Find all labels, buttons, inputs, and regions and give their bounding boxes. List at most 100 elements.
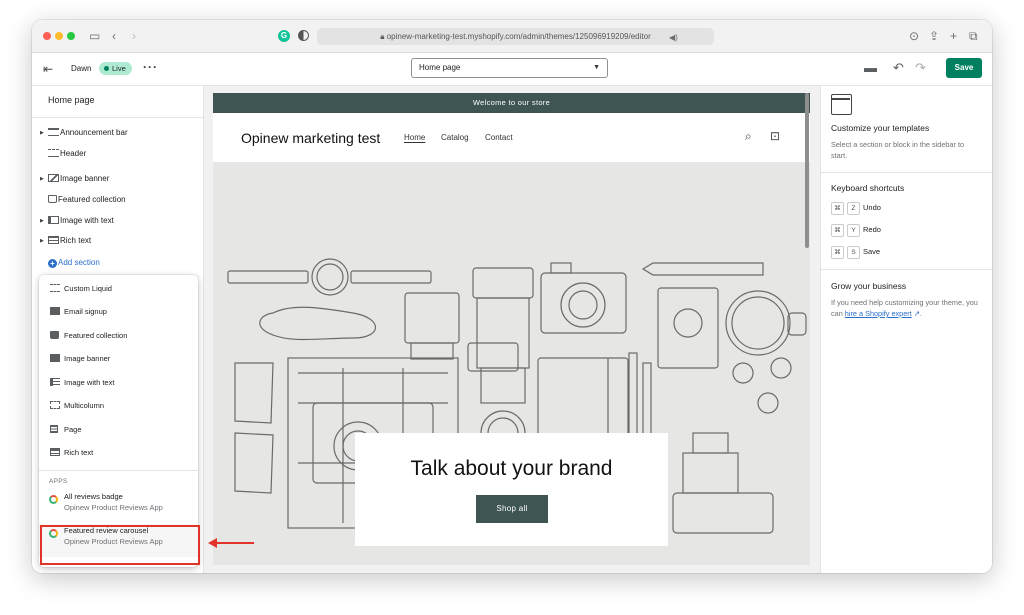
command-key-icon: ⌘ bbox=[831, 246, 844, 259]
close-window-button[interactable] bbox=[43, 32, 51, 40]
grow-text: If you need help customizing your theme,… bbox=[831, 298, 978, 318]
audio-icon[interactable]: ◀) bbox=[669, 31, 678, 45]
popover-item-page[interactable]: Page bbox=[39, 418, 198, 441]
nav-contact[interactable]: Contact bbox=[485, 133, 513, 142]
store-logo-text[interactable]: Opinew marketing test bbox=[241, 130, 380, 146]
forward-icon[interactable]: › bbox=[132, 29, 136, 43]
bag-icon bbox=[50, 331, 59, 339]
redo-icon[interactable]: ↷ bbox=[915, 61, 926, 75]
app-item-featured-review-carousel[interactable]: Featured review carousel Opinew Product … bbox=[39, 524, 198, 557]
popover-item-custom-liquid[interactable]: Custom Liquid bbox=[39, 277, 198, 300]
nav-catalog[interactable]: Catalog bbox=[441, 133, 469, 142]
opinew-logo-icon bbox=[49, 495, 58, 504]
popover-item-featured-collection[interactable]: Featured collection bbox=[39, 324, 198, 347]
chevron-down-icon: ▼ bbox=[593, 64, 600, 71]
command-key-icon: ⌘ bbox=[831, 224, 844, 237]
shop-all-button[interactable]: Shop all bbox=[476, 495, 548, 523]
hero-title[interactable]: Talk about your brand bbox=[355, 457, 668, 481]
page-select-value: Home page bbox=[419, 63, 461, 72]
nav-home[interactable]: Home bbox=[404, 133, 425, 142]
apps-heading: APPS bbox=[49, 478, 68, 485]
opinew-logo-icon bbox=[49, 529, 58, 538]
url-text: opinew-marketing-test.myshopify.com/admi… bbox=[386, 32, 651, 41]
grammarly-icon[interactable]: G bbox=[278, 30, 290, 42]
browser-chrome: ▭ ‹ › G 🔒︎ opinew-marketing-test.myshopi… bbox=[32, 20, 992, 53]
tabs-overview-icon[interactable]: ⧉ bbox=[969, 29, 978, 43]
preview-scrollbar[interactable] bbox=[805, 93, 809, 248]
image-with-text-icon bbox=[48, 216, 59, 224]
expand-arrow-icon[interactable]: ▶ bbox=[40, 214, 48, 228]
header-icon bbox=[48, 149, 59, 157]
popover-item-image-banner[interactable]: Image banner bbox=[39, 347, 198, 370]
divider bbox=[39, 470, 198, 471]
cart-icon[interactable]: ⊡ bbox=[770, 129, 780, 143]
search-icon[interactable]: ⌕ bbox=[745, 129, 752, 144]
multicolumn-icon bbox=[50, 401, 60, 409]
add-section-button[interactable]: + Add section bbox=[48, 257, 100, 269]
store-header[interactable]: Opinew marketing test Home Catalog Conta… bbox=[213, 113, 810, 163]
shortcut-redo: ⌘ Y Redo bbox=[831, 223, 881, 237]
shortcut-save: ⌘ S Save bbox=[831, 245, 880, 259]
customize-text: Select a section or block in the sidebar… bbox=[831, 140, 965, 160]
announcement-bar-icon bbox=[48, 128, 59, 136]
image-with-text-icon bbox=[50, 378, 60, 386]
custom-liquid-icon bbox=[50, 284, 60, 292]
section-image-with-text[interactable]: ▶ Image with text bbox=[40, 214, 114, 228]
back-icon[interactable]: ‹ bbox=[112, 29, 116, 43]
image-icon bbox=[50, 354, 60, 362]
shortcut-undo: ⌘ Z Undo bbox=[831, 201, 881, 215]
announcement-bar[interactable]: Welcome to our store bbox=[213, 93, 810, 113]
popover-item-rich-text[interactable]: Rich text bbox=[39, 441, 198, 464]
external-link-icon: ↗ bbox=[911, 309, 920, 318]
expand-arrow-icon[interactable]: ▶ bbox=[40, 126, 48, 140]
download-icon[interactable]: ⊙ bbox=[909, 29, 919, 43]
new-tab-icon[interactable]: + bbox=[950, 29, 957, 43]
expand-arrow-icon[interactable]: ▶ bbox=[40, 234, 48, 248]
image-icon bbox=[48, 174, 59, 182]
section-featured-collection[interactable]: Featured collection bbox=[40, 193, 126, 207]
email-icon bbox=[50, 307, 60, 315]
rich-text-icon bbox=[50, 448, 60, 456]
plus-circle-icon: + bbox=[48, 259, 57, 268]
section-image-banner[interactable]: ▶ Image banner bbox=[40, 172, 109, 186]
hero-card[interactable]: Talk about your brand Shop all bbox=[355, 433, 668, 546]
zoom-window-button[interactable] bbox=[67, 32, 75, 40]
live-status-badge: Live bbox=[99, 62, 132, 75]
more-actions-button[interactable]: ··· bbox=[143, 60, 158, 74]
sections-sidebar: Home page ▶ Announcement bar Header ▶ Imag… bbox=[32, 86, 204, 573]
shortcuts-title: Keyboard shortcuts bbox=[831, 183, 905, 193]
privacy-icon[interactable] bbox=[298, 30, 309, 41]
desktop-view-icon[interactable]: ▬ bbox=[864, 61, 877, 75]
exit-icon[interactable]: ⇤ bbox=[41, 62, 55, 76]
annotation-arrow-icon bbox=[208, 538, 254, 548]
popover-item-email-signup[interactable]: Email signup bbox=[39, 300, 198, 323]
app-item-all-reviews-badge[interactable]: All reviews badge Opinew Product Reviews… bbox=[39, 490, 198, 523]
share-icon[interactable]: ⇪ bbox=[929, 29, 939, 43]
customize-template-icon bbox=[831, 94, 852, 115]
section-rich-text[interactable]: ▶ Rich text bbox=[40, 234, 91, 248]
expand-arrow-icon[interactable]: ▶ bbox=[40, 172, 48, 186]
editor-toolbar: ⇤ Dawn Live ··· Home page ▼ ▬ ↶ ↷ Save bbox=[32, 53, 992, 86]
address-bar[interactable]: 🔒︎ opinew-marketing-test.myshopify.com/a… bbox=[317, 28, 714, 45]
customize-title: Customize your templates bbox=[831, 123, 930, 133]
command-key-icon: ⌘ bbox=[831, 202, 844, 215]
page-icon bbox=[50, 425, 58, 433]
popover-item-multicolumn[interactable]: Multicolumn bbox=[39, 394, 198, 417]
sidebar-toggle-icon[interactable]: ▭ bbox=[89, 29, 100, 43]
section-header[interactable]: Header bbox=[40, 147, 86, 161]
popover-item-image-with-text[interactable]: Image with text bbox=[39, 371, 198, 394]
rich-text-icon bbox=[48, 236, 59, 244]
section-announcement-bar[interactable]: ▶ Announcement bar bbox=[40, 126, 128, 140]
undo-icon[interactable]: ↶ bbox=[893, 61, 904, 75]
browser-window: ▭ ‹ › G 🔒︎ opinew-marketing-test.myshopi… bbox=[32, 20, 992, 573]
divider bbox=[821, 269, 992, 270]
page-select[interactable]: Home page ▼ bbox=[411, 58, 608, 78]
grow-title: Grow your business bbox=[831, 281, 907, 291]
add-section-popover: Custom Liquid Email signup Featured coll… bbox=[39, 275, 198, 567]
bag-icon bbox=[48, 195, 57, 203]
minimize-window-button[interactable] bbox=[55, 32, 63, 40]
theme-name: Dawn bbox=[71, 64, 92, 73]
hire-expert-link[interactable]: hire a Shopify expert bbox=[845, 309, 912, 318]
save-button[interactable]: Save bbox=[946, 58, 982, 78]
help-panel: Customize your templates Select a sectio… bbox=[820, 86, 992, 573]
